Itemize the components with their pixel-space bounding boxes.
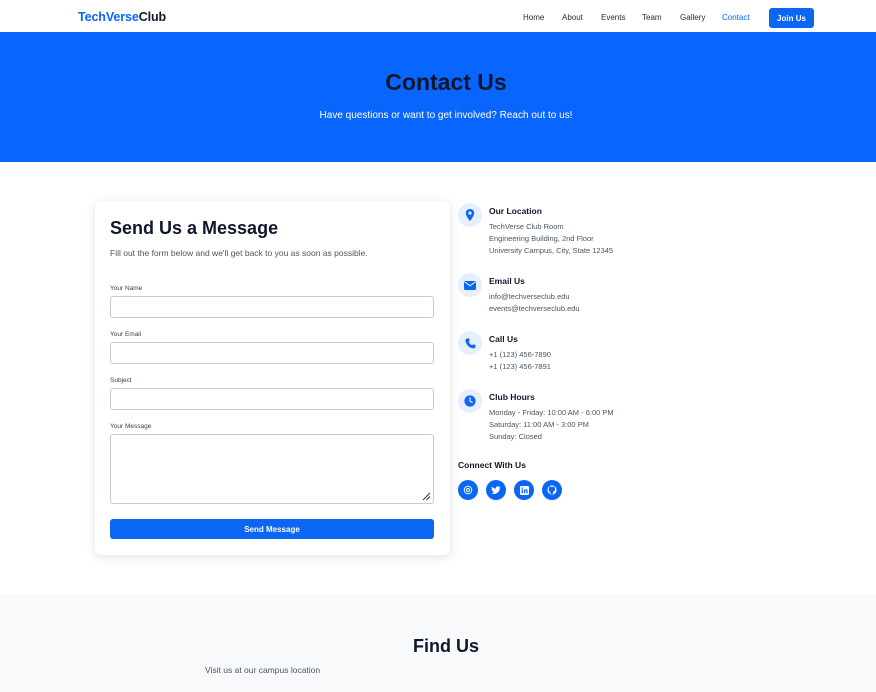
name-field[interactable] [110,296,434,318]
map-pin-icon [458,203,482,227]
location-line: University Campus, City, State 12345 [489,246,614,255]
message-field[interactable] [110,434,434,504]
hours-line: Saturday: 11:00 AM - 3:00 PM [489,420,589,429]
name-label: Your Name [110,285,143,292]
phone-title: Call Us [489,334,518,344]
envelope-icon [458,273,482,297]
hours-line: Sunday: Closed [489,432,542,441]
nav-about[interactable]: About [562,13,583,22]
nav-events[interactable]: Events [601,13,625,22]
hours-line: Monday - Friday: 10:00 AM - 6:00 PM [489,408,614,417]
email-line[interactable]: events@techverseclub.edu [489,304,580,313]
connect-title: Connect With Us [458,460,526,470]
instagram-icon[interactable] [458,480,478,500]
contact-form-card: Send Us a Message Fill out the form belo… [95,201,450,555]
twitter-icon[interactable] [486,480,506,500]
nav-team[interactable]: Team [642,13,662,22]
clock-icon [458,389,482,413]
hours-title: Club Hours [489,392,535,402]
form-description: Fill out the form below and we'll get ba… [110,248,368,258]
nav-contact[interactable]: Contact [722,13,750,22]
logo-rest: Club [138,10,167,24]
navbar: TechVerseClub Home About Events Team Gal… [0,0,876,32]
send-message-button[interactable]: Send Message [110,519,434,539]
email-label: Your Email [110,331,142,338]
email-field[interactable] [110,342,434,364]
email-title: Email Us [489,276,525,286]
hero-banner [0,32,876,162]
nav-home[interactable]: Home [523,13,544,22]
site-logo[interactable]: TechVerseClub [78,10,166,24]
nav-gallery[interactable]: Gallery [680,13,705,22]
phone-line[interactable]: +1 (123) 456-7891 [489,362,551,371]
phone-line[interactable]: +1 (123) 456-7890 [489,350,551,359]
location-line: Engineering Building, 2nd Floor [489,234,594,243]
email-line[interactable]: info@techverseclub.edu [489,292,570,301]
hero-subtitle: Have questions or want to get involved? … [319,110,573,121]
location-line: TechVerse Club Room [489,222,564,231]
subject-label: Subject [110,377,132,384]
linkedin-icon[interactable] [514,480,534,500]
find-us-subtitle: Visit us at our campus location [205,665,321,675]
find-us-title: Find Us [413,636,479,656]
phone-icon [458,331,482,355]
location-title: Our Location [489,206,542,216]
resize-handle-icon[interactable] [421,491,431,501]
form-title: Send Us a Message [110,218,279,238]
subject-field[interactable] [110,388,434,410]
join-button[interactable]: Join Us [769,8,814,28]
message-label: Your Message [110,423,152,430]
page-title: Contact Us [385,69,507,95]
logo-brand: TechVerse [78,10,139,24]
github-icon[interactable] [542,480,562,500]
